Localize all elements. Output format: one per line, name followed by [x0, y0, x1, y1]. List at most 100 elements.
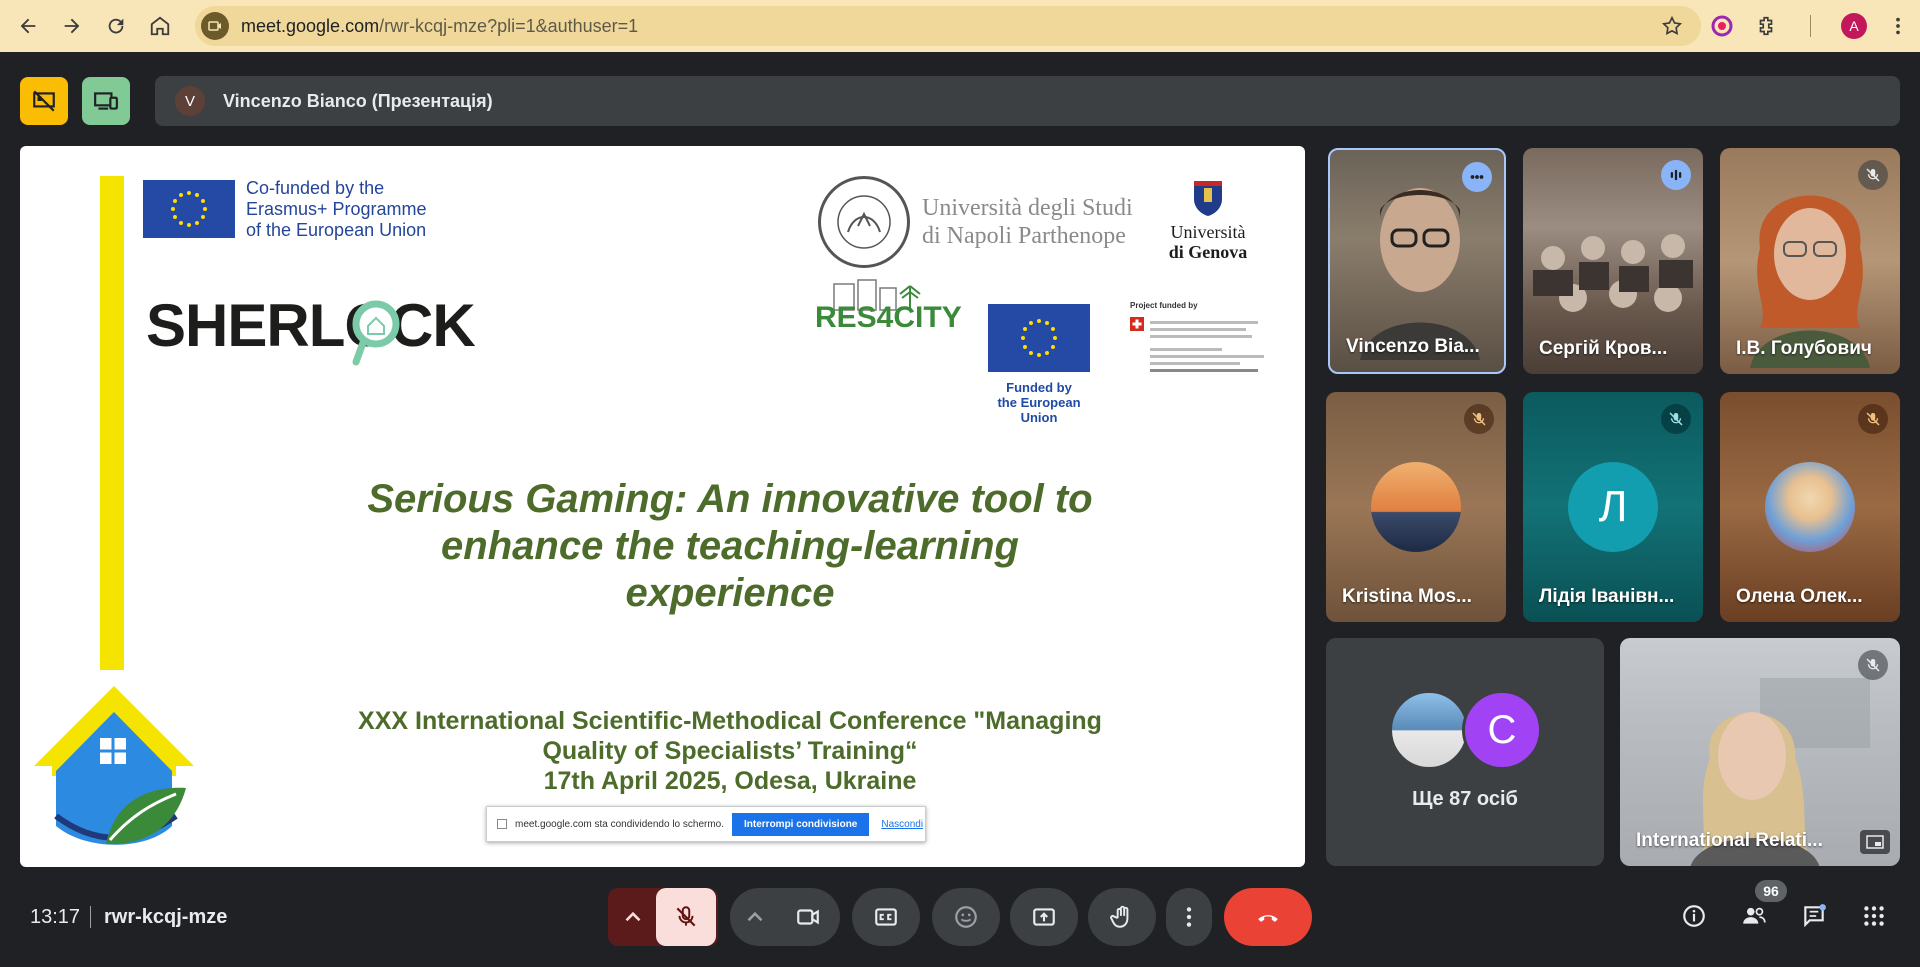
participant-tile-lidiia[interactable]: Л Лідія Іванівн... — [1523, 392, 1703, 622]
people-icon — [1743, 907, 1766, 924]
activities-button[interactable] — [1852, 894, 1896, 938]
swiss-title: Project funded by — [1130, 301, 1198, 310]
mic-off-icon — [1472, 412, 1486, 426]
video-controls-group — [730, 888, 840, 946]
video-person-silhouette — [1750, 195, 1870, 368]
participant-tile-olena[interactable]: Олена Олек... — [1720, 392, 1900, 622]
divider — [1790, 6, 1830, 46]
muted-indicator — [1464, 404, 1494, 434]
audio-controls-group — [608, 888, 718, 946]
hide-presentation-button[interactable] — [20, 77, 68, 125]
slide-yellow-bar — [100, 176, 124, 670]
meeting-details-button[interactable] — [1672, 894, 1716, 938]
conf-line-1: XXX International Scientific-Methodical … — [358, 707, 1102, 735]
meet-top-controls — [20, 76, 144, 126]
swiss-funding-logo: Project funded by — [1130, 301, 1280, 372]
muted-indicator — [1858, 650, 1888, 680]
presenter-avatar: V — [175, 86, 205, 116]
leave-call-button[interactable] — [1224, 888, 1312, 946]
mic-off-icon — [1866, 412, 1880, 426]
hide-notification-link[interactable]: Nascondi — [881, 819, 923, 830]
participant-tile-serhii[interactable]: Сергій Кров... — [1523, 148, 1703, 374]
participant-name: Vincenzo Bia... — [1346, 336, 1480, 357]
device-layout-button[interactable] — [82, 77, 130, 125]
participant-tile-international[interactable]: International Relati... — [1620, 638, 1900, 866]
reactions-button[interactable] — [932, 888, 1000, 946]
info-icon — [1683, 905, 1705, 927]
chat-button[interactable] — [1792, 894, 1836, 938]
napoli-line-1: Università degli Studi — [922, 195, 1133, 221]
forward-button[interactable] — [52, 6, 92, 46]
screen-share-notification: meet.google.com sta condividendo lo sche… — [486, 806, 926, 842]
eu-text-line-2: Erasmus+ Programme — [246, 199, 427, 219]
more-options-button[interactable] — [1462, 162, 1492, 192]
extension-button[interactable] — [1702, 6, 1742, 46]
apps-grid-icon — [1864, 906, 1884, 926]
participant-avatar — [1765, 462, 1855, 552]
presenter-bar: V Vincenzo Bianco (Презентація) — [155, 76, 1900, 126]
home-button[interactable] — [140, 6, 180, 46]
present-screen-button[interactable] — [1010, 888, 1078, 946]
res4city-logo: RES4CITY — [815, 301, 962, 334]
genova-line-1: Università — [1170, 222, 1246, 242]
sherlock-logo: SHERLOCK — [146, 292, 476, 359]
participant-tile-holubovych[interactable]: І.В. Голубович — [1720, 148, 1900, 374]
mic-toggle-button[interactable] — [656, 888, 716, 946]
back-button[interactable] — [8, 6, 48, 46]
site-info-icon[interactable] — [201, 12, 229, 40]
emoji-icon — [955, 906, 977, 928]
magnifier-icon — [352, 300, 400, 366]
video-settings-chevron[interactable] — [732, 888, 778, 946]
people-button[interactable] — [1732, 894, 1776, 938]
more-options-button[interactable] — [1166, 888, 1212, 946]
genova-crest-icon — [1194, 181, 1222, 216]
captions-button[interactable] — [852, 888, 920, 946]
profile-button[interactable]: A — [1834, 6, 1874, 46]
erasmus-text: Co-funded by the Erasmus+ Programme of t… — [246, 178, 427, 241]
funded-eu-line-2: the European Union — [997, 395, 1081, 425]
closed-captions-icon — [875, 908, 897, 926]
address-bar[interactable]: meet.google.com/rwr-kcqj-mze?pli=1&authu… — [195, 6, 1701, 46]
eu-text-line-3: of the European Union — [246, 220, 427, 240]
end-call-icon — [1258, 915, 1278, 922]
extensions-menu-button[interactable] — [1746, 6, 1786, 46]
chevron-up-icon — [625, 911, 641, 922]
funded-by-eu-text: Funded by the European Union — [980, 380, 1098, 425]
audio-settings-chevron[interactable] — [610, 888, 656, 946]
pip-button[interactable] — [1860, 830, 1890, 854]
mic-off-icon — [1669, 412, 1683, 426]
swiss-text-block — [1150, 317, 1270, 387]
meeting-code: rwr-kcqj-mze — [104, 906, 228, 928]
raise-hand-button[interactable] — [1088, 888, 1156, 946]
participant-tile-kristina[interactable]: Kristina Mos... — [1326, 392, 1506, 622]
conference-text: XXX International Scientific-Methodical … — [270, 706, 1190, 796]
eu-text-line-1: Co-funded by the — [246, 178, 385, 198]
genova-line-2: di Genova — [1168, 242, 1248, 262]
chat-icon — [1804, 904, 1826, 928]
participant-tile-vincenzo[interactable]: Vincenzo Bia... — [1328, 148, 1506, 374]
share-text: meet.google.com sta condividendo lo sche… — [515, 818, 725, 830]
participant-tile-others[interactable]: C Ще 87 осіб — [1326, 638, 1604, 866]
mic-off-icon — [1866, 658, 1880, 672]
napoli-university-logo: Università degli Studi di Napoli Parthen… — [818, 176, 1133, 268]
conf-line-3: 17th April 2025, Odesa, Ukraine — [543, 767, 917, 795]
url-path: /rwr-kcqj-mze?pli=1&authuser=1 — [379, 15, 639, 36]
browser-menu-button[interactable] — [1878, 6, 1918, 46]
muted-indicator — [1661, 404, 1691, 434]
bookmark-star-icon[interactable] — [1661, 15, 1683, 37]
shared-presentation: Co-funded by the Erasmus+ Programme of t… — [20, 146, 1305, 867]
camera-toggle-button[interactable] — [778, 888, 838, 946]
genova-university-logo: Università di Genova — [1158, 178, 1258, 262]
url-text: meet.google.com/rwr-kcqj-mze?pli=1&authu… — [241, 16, 638, 37]
conf-line-2: Quality of Specialists’ Training“ — [542, 737, 918, 765]
participant-name: Сергій Кров... — [1539, 338, 1668, 359]
participant-avatar — [1389, 690, 1469, 770]
swirl-extension-icon — [1711, 15, 1733, 37]
home-icon — [150, 16, 170, 36]
slide-title-line-3: experience — [625, 571, 835, 615]
mic-off-icon — [676, 906, 696, 927]
browser-toolbar: meet.google.com/rwr-kcqj-mze?pli=1&authu… — [0, 0, 1920, 52]
present-screen-icon — [1033, 908, 1055, 926]
stop-sharing-button[interactable]: Interrompi condivisione — [732, 812, 870, 836]
reload-button[interactable] — [96, 6, 136, 46]
